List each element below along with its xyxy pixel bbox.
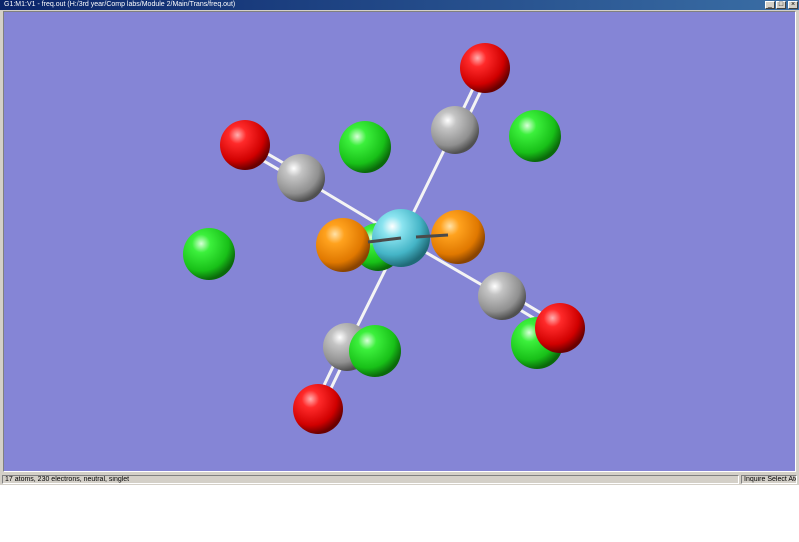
molecule-viewport[interactable]: [3, 11, 796, 472]
oxygen-atom-top[interactable]: [460, 43, 510, 93]
minimize-button[interactable]: _: [765, 1, 775, 9]
maximize-button[interactable]: □: [776, 1, 786, 9]
molecule-scene[interactable]: [4, 12, 795, 471]
chlorine-atom-top-left[interactable]: [339, 121, 391, 173]
oxygen-atom-bottom[interactable]: [293, 384, 343, 434]
window-title: G1:M1:V1 - freq.out (H:/3rd year/Comp la…: [4, 1, 236, 8]
carbon-atom-right[interactable]: [478, 272, 526, 320]
status-bar: 17 atoms, 230 electrons, neutral, single…: [0, 474, 799, 485]
status-mode: Inquire Select Atom 1: [741, 475, 797, 484]
chlorine-atom-left[interactable]: [183, 228, 235, 280]
status-info: 17 atoms, 230 electrons, neutral, single…: [2, 475, 739, 484]
bond-metal-phosphorus-right: [415, 233, 449, 239]
carbon-atom-left[interactable]: [277, 154, 325, 202]
carbon-atom-top[interactable]: [431, 106, 479, 154]
phosphorus-atom-left[interactable]: [316, 218, 370, 272]
close-button[interactable]: ×: [788, 1, 798, 9]
application-window: G1:M1:V1 - freq.out (H:/3rd year/Comp la…: [0, 0, 799, 485]
oxygen-atom-right[interactable]: [535, 303, 585, 353]
title-bar[interactable]: G1:M1:V1 - freq.out (H:/3rd year/Comp la…: [0, 0, 799, 10]
chlorine-atom-bottom[interactable]: [349, 325, 401, 377]
chlorine-atom-top-right[interactable]: [509, 110, 561, 162]
oxygen-atom-left[interactable]: [220, 120, 270, 170]
